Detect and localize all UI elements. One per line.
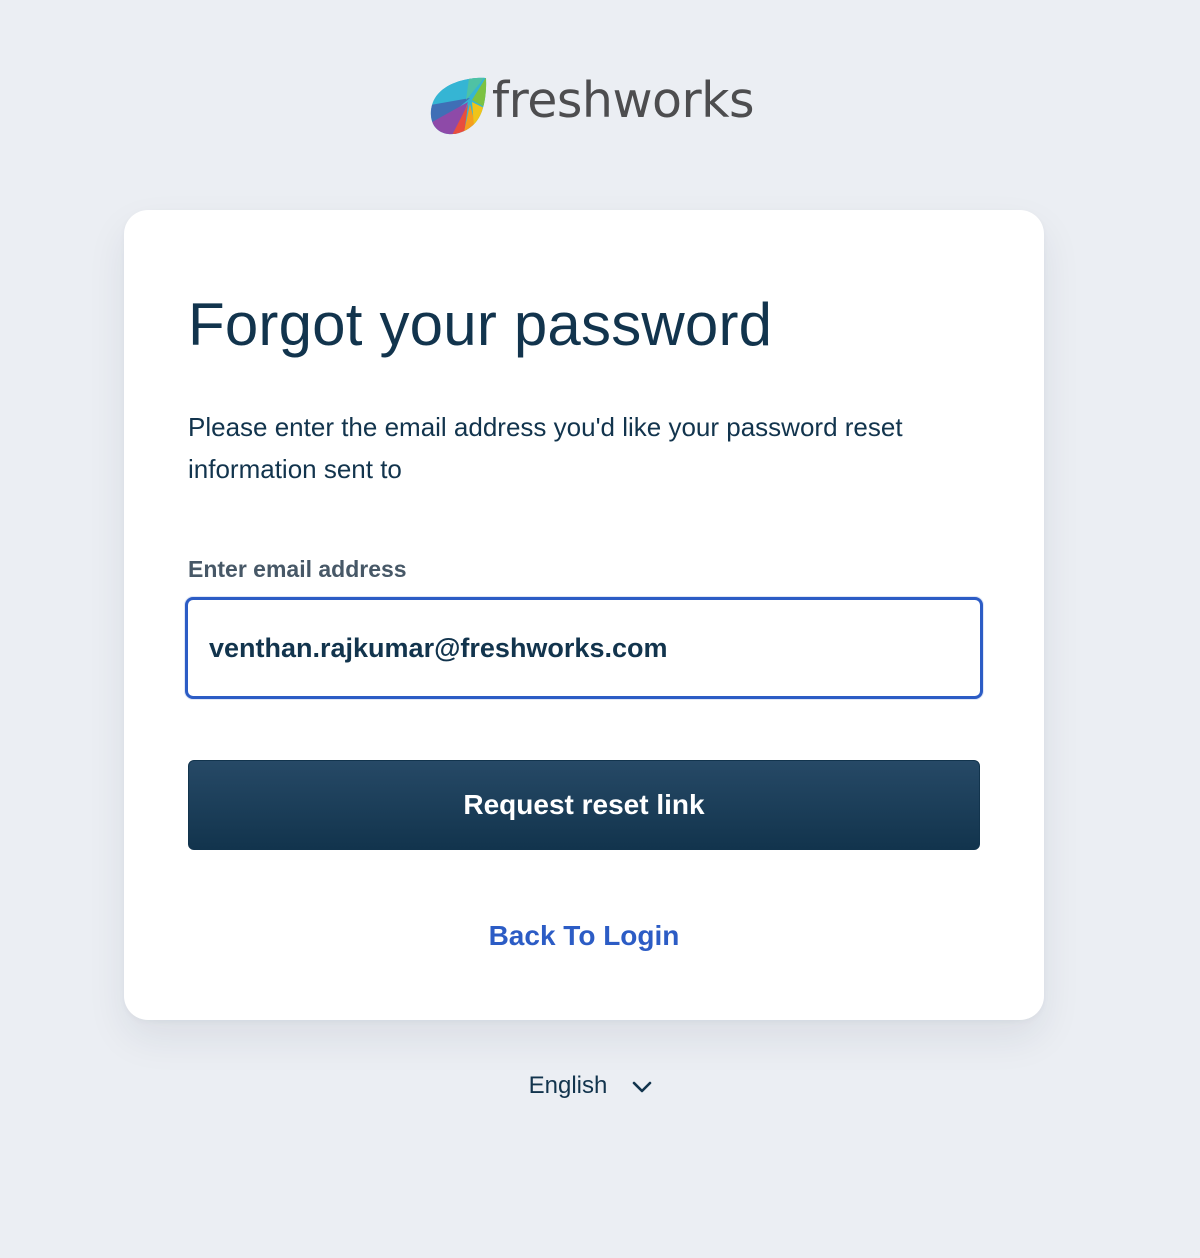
- forgot-password-card: Forgot your password Please enter the em…: [124, 210, 1044, 1020]
- language-selector[interactable]: English: [529, 1066, 654, 1106]
- page-title: Forgot your password: [188, 291, 773, 358]
- email-input[interactable]: [185, 597, 983, 699]
- instructions-text: Please enter the email address you'd lik…: [188, 412, 903, 484]
- brand-wordmark: freshworks: [491, 71, 755, 129]
- language-label: English: [528, 1072, 608, 1099]
- language-selector-row: English: [0, 1066, 1200, 1106]
- back-to-login-row: Back To Login: [124, 916, 1044, 956]
- chevron-down-icon: [633, 1081, 652, 1093]
- freshworks-leaf-icon: [430, 77, 487, 135]
- request-reset-link-button[interactable]: Request reset link: [188, 760, 980, 850]
- back-to-login-link[interactable]: Back To Login: [489, 920, 680, 951]
- brand-logo: freshworks: [0, 76, 1200, 138]
- brand-logo-group: freshworks: [430, 71, 755, 138]
- email-label: Enter email address: [188, 556, 407, 582]
